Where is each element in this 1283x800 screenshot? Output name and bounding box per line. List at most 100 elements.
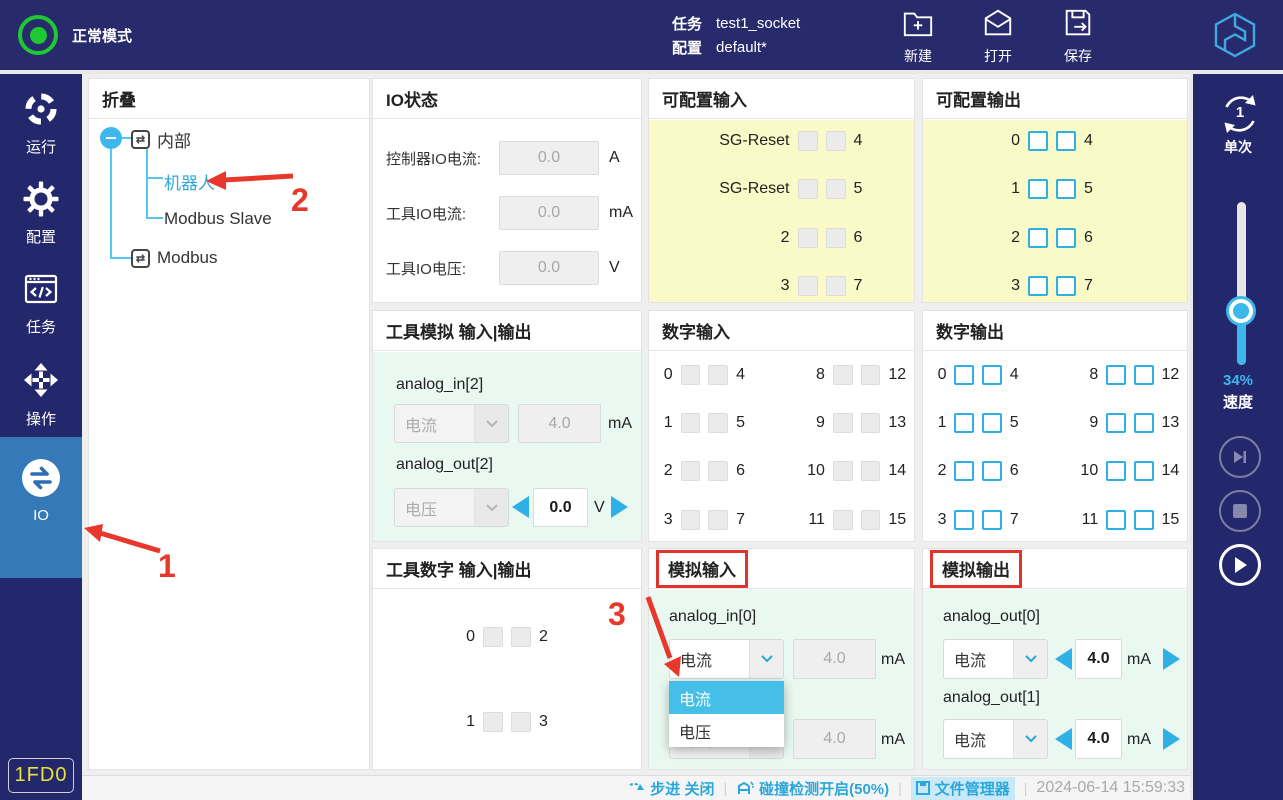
cfg-out-checkbox[interactable] xyxy=(1028,131,1048,151)
topbar-separator xyxy=(0,70,1283,74)
cfg-in-checkbox xyxy=(798,179,818,199)
tool-io-current-label: 工具IO电流: xyxy=(386,203,466,224)
mode-indicator[interactable]: 正常模式 xyxy=(18,0,132,70)
cfg-out-checkbox[interactable] xyxy=(1056,131,1076,151)
do-checkbox[interactable] xyxy=(954,461,974,481)
decrement-arrow-button[interactable] xyxy=(1055,728,1072,750)
unit-label: mA xyxy=(609,204,633,222)
panel-title-highlighted: 模拟输出 xyxy=(930,550,1022,588)
config-label: 配置 xyxy=(672,37,702,58)
di-checkbox xyxy=(861,413,881,433)
cfg-out-checkbox[interactable] xyxy=(1056,276,1076,296)
decrement-arrow-button[interactable] xyxy=(512,496,529,518)
topbar: 正常模式 任务 test1_socket 配置 default* 新建 打开 保… xyxy=(0,0,1283,70)
do-checkbox[interactable] xyxy=(1134,510,1154,530)
tree-collapse-toggle[interactable] xyxy=(100,127,122,149)
step-forward-button[interactable] xyxy=(1219,436,1261,478)
decrement-arrow-button[interactable] xyxy=(1055,648,1072,670)
do-checkbox[interactable] xyxy=(982,413,1002,433)
do-checkbox[interactable] xyxy=(1106,413,1126,433)
tree-node-modbus[interactable]: ⇄ Modbus xyxy=(131,248,217,268)
cfg-in-index: 7 xyxy=(854,277,874,295)
do-checkbox[interactable] xyxy=(1134,365,1154,385)
sidebar-item-run[interactable]: 运行 xyxy=(0,91,82,157)
skip-next-icon xyxy=(1232,449,1248,465)
single-cycle-button[interactable]: 1 xyxy=(1217,91,1263,137)
save-icon xyxy=(1062,26,1094,43)
analog-out2-value-field[interactable]: 0.0 xyxy=(533,488,588,527)
do-checkbox[interactable] xyxy=(954,510,974,530)
do-checkbox[interactable] xyxy=(954,365,974,385)
run-target-icon xyxy=(23,114,59,131)
status-register-badge[interactable]: 1FD0 xyxy=(8,758,74,793)
cfg-out-checkbox[interactable] xyxy=(1028,228,1048,248)
digital-output-panel: 数字输出 04812 15913 261014 371115 xyxy=(922,310,1188,542)
cfg-out-checkbox[interactable] xyxy=(1056,228,1076,248)
dropdown-option-current[interactable]: 电流 xyxy=(669,681,784,714)
new-button[interactable]: 新建 xyxy=(887,7,949,66)
cfg-out-checkbox[interactable] xyxy=(1056,179,1076,199)
speed-slider-thumb[interactable] xyxy=(1229,299,1253,323)
tree-node-internal[interactable]: ⇄ 内部 xyxy=(131,127,191,152)
di-checkbox xyxy=(708,413,728,433)
dropdown-option-voltage[interactable]: 电压 xyxy=(669,714,784,747)
sidebar-item-task[interactable]: 任务 xyxy=(0,271,82,337)
panel-title: IO状态 xyxy=(386,86,438,111)
cfg-in-checkbox xyxy=(798,276,818,296)
open-button[interactable]: 打开 xyxy=(967,7,1029,66)
cfg-out-index: 4 xyxy=(1084,132,1104,150)
code-window-icon xyxy=(23,294,59,311)
do-checkbox[interactable] xyxy=(1134,413,1154,433)
cfg-out-index: 6 xyxy=(1084,229,1104,247)
cfg-in-label: SG-Reset xyxy=(690,180,790,198)
analog-out1-mode-select[interactable]: 电流 xyxy=(943,719,1048,759)
cfg-out-index: 3 xyxy=(1006,277,1020,295)
timestamp: 2024-06-14 15:59:33 xyxy=(1036,779,1185,797)
tree-node-modbus-slave[interactable]: Modbus Slave xyxy=(164,209,272,229)
do-checkbox[interactable] xyxy=(1106,461,1126,481)
sidebar-item-config[interactable]: 配置 xyxy=(0,181,82,247)
tree-node-robot[interactable]: 机器人 xyxy=(164,169,215,194)
analog-out1-value-field[interactable]: 4.0 xyxy=(1075,719,1122,759)
sidebar-item-operate[interactable]: 操作 xyxy=(0,361,82,429)
tool-di-checkbox xyxy=(511,627,531,647)
increment-arrow-button[interactable] xyxy=(611,496,628,518)
cfg-in-index: 5 xyxy=(854,180,874,198)
do-checkbox[interactable] xyxy=(954,413,974,433)
analog-in0-mode-select[interactable]: 电流 xyxy=(669,639,784,679)
unit-label: mA xyxy=(1127,731,1151,749)
io-swap-icon xyxy=(21,485,61,502)
do-checkbox[interactable] xyxy=(982,510,1002,530)
increment-arrow-button[interactable] xyxy=(1163,648,1180,670)
analog-in2-mode-select: 电流 xyxy=(394,404,509,443)
stop-button[interactable] xyxy=(1219,490,1261,532)
do-checkbox[interactable] xyxy=(1106,510,1126,530)
stop-icon xyxy=(1233,504,1247,518)
divider: | xyxy=(898,780,902,796)
mode-label: 正常模式 xyxy=(72,25,132,46)
cfg-out-checkbox[interactable] xyxy=(1028,179,1048,199)
play-button[interactable] xyxy=(1219,544,1261,586)
cfg-in-label: 3 xyxy=(690,277,790,295)
chevron-down-icon xyxy=(474,405,508,442)
step-mode-status[interactable]: 步进 关闭 xyxy=(628,778,714,799)
analog-out0-mode-select[interactable]: 电流 xyxy=(943,639,1048,679)
do-checkbox[interactable] xyxy=(1134,461,1154,481)
cfg-out-checkbox[interactable] xyxy=(1028,276,1048,296)
collision-detection-status[interactable]: 碰撞检测开启(50%) xyxy=(736,778,889,799)
do-checkbox[interactable] xyxy=(982,461,1002,481)
sidebar-item-io[interactable]: IO xyxy=(0,458,82,524)
increment-arrow-button[interactable] xyxy=(1163,728,1180,750)
tree-panel-title[interactable]: 折叠 xyxy=(102,86,136,111)
save-button[interactable]: 保存 xyxy=(1047,7,1109,66)
di-checkbox xyxy=(833,365,853,385)
cfg-out-index: 5 xyxy=(1084,180,1104,198)
floppy-icon xyxy=(916,781,930,795)
do-checkbox[interactable] xyxy=(1106,365,1126,385)
do-checkbox[interactable] xyxy=(982,365,1002,385)
cfg-in-checkbox xyxy=(826,131,846,151)
analog-in1-value-field: 4.0 xyxy=(793,719,876,759)
analog-input-panel: 模拟输入 analog_in[0] 电流 4.0 mA 电流 4.0 mA 电流… xyxy=(648,548,915,770)
file-manager-button[interactable]: 文件管理器 xyxy=(911,777,1015,800)
analog-out0-value-field[interactable]: 4.0 xyxy=(1075,639,1122,679)
